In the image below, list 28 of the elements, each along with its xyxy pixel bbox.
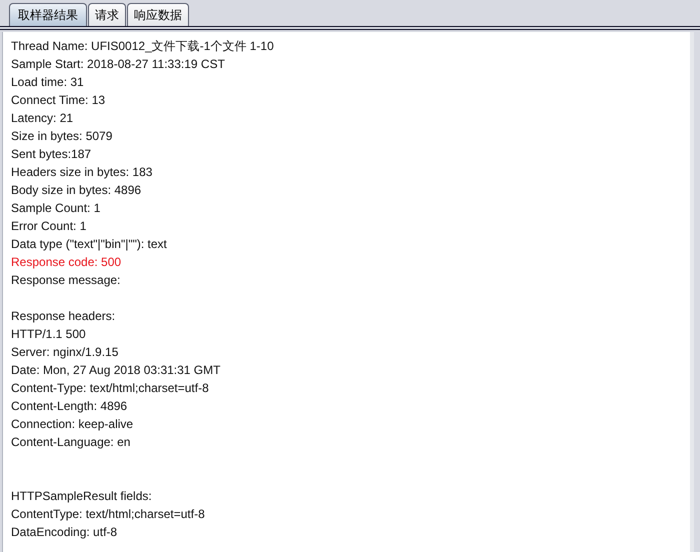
result-line: Data type ("text"|"bin"|""): text xyxy=(11,236,167,253)
tab[interactable]: 响应数据 xyxy=(127,3,189,26)
result-line: DataEncoding: utf-8 xyxy=(11,524,118,541)
result-line: Connect Time: 13 xyxy=(11,92,106,109)
tab[interactable]: 取样器结果 xyxy=(9,3,87,26)
result-line: Server: nginx/1.9.15 xyxy=(11,344,118,361)
result-line: Size in bytes: 5079 xyxy=(11,128,112,145)
result-line: Sample Count: 1 xyxy=(11,200,100,217)
result-line: Connection: keep-alive xyxy=(11,416,134,433)
result-line: Content-Length: 4896 xyxy=(11,398,128,415)
result-line: Body size in bytes: 4896 xyxy=(11,182,142,199)
result-line: HTTPSampleResult fields: xyxy=(11,488,152,505)
result-line: Content-Language: en xyxy=(11,434,130,451)
result-line: Sent bytes:187 xyxy=(11,146,92,163)
result-line: Date: Mon, 27 Aug 2018 03:31:31 GMT xyxy=(11,362,220,379)
result-line: Headers size in bytes: 183 xyxy=(11,164,152,181)
result-line: Load time: 31 xyxy=(11,74,84,91)
result-line: Response message: xyxy=(11,272,120,289)
tab[interactable]: 请求 xyxy=(88,3,126,26)
result-line: Error Count: 1 xyxy=(11,218,86,235)
error-line: Response code: 500 xyxy=(11,254,122,271)
result-line: Content-Type: text/html;charset=utf-8 xyxy=(11,380,209,397)
result-line: Sample Start: 2018-08-27 11:33:19 CST xyxy=(11,56,225,73)
result-line: Thread Name: UFIS0012_文件下载-1个文件 1-10 xyxy=(11,38,274,55)
result-line: Latency: 21 xyxy=(11,110,74,127)
result-line: ContentType: text/html;charset=utf-8 xyxy=(11,506,205,523)
result-line: Response headers: xyxy=(11,308,116,325)
result-line: HTTP/1.1 500 xyxy=(11,326,86,343)
